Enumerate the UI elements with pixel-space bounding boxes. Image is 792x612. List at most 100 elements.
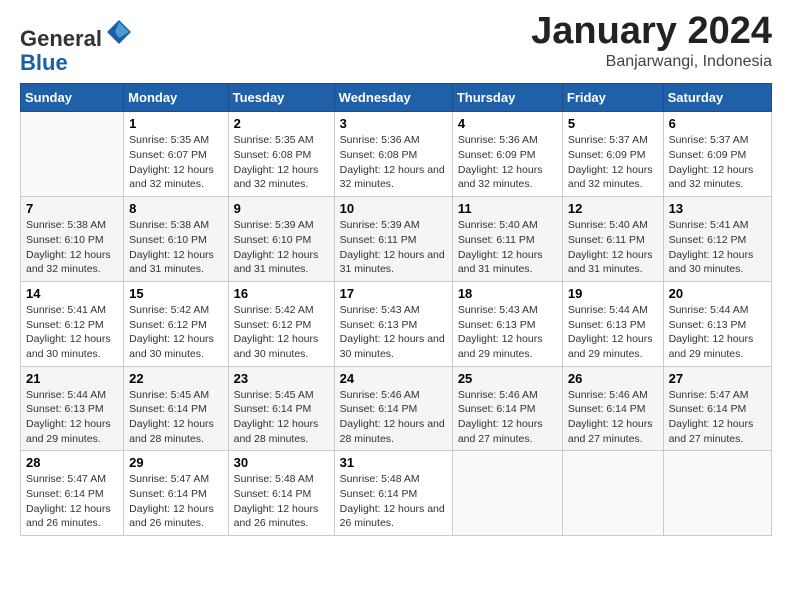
day-number: 26 [568, 371, 658, 386]
day-cell [562, 451, 663, 536]
header-day-saturday: Saturday [663, 84, 771, 112]
day-cell: 24 Sunrise: 5:46 AMSunset: 6:14 PMDayligh… [334, 366, 452, 451]
header-day-monday: Monday [124, 84, 228, 112]
month-title: January 2024 [531, 10, 772, 53]
day-cell: 3 Sunrise: 5:36 AMSunset: 6:08 PMDaylight… [334, 112, 452, 197]
day-cell: 5 Sunrise: 5:37 AMSunset: 6:09 PMDaylight… [562, 112, 663, 197]
day-number: 10 [340, 201, 447, 216]
day-cell: 10Sunrise: 5:39 AMSunset: 6:11 PMDayligh… [334, 197, 452, 282]
day-info: Sunrise: 5:45 AMSunset: 6:14 PMDaylight:… [234, 388, 329, 447]
day-number: 30 [234, 455, 329, 470]
day-cell [21, 112, 124, 197]
day-info: Sunrise: 5:40 AMSunset: 6:11 PMDaylight:… [458, 218, 557, 277]
day-number: 18 [458, 286, 557, 301]
day-info: Sunrise: 5:35 AMSunset: 6:08 PMDaylight:… [234, 133, 329, 192]
day-cell: 14 Sunrise: 5:41 AMSunset: 6:12 PMDayligh… [21, 281, 124, 366]
day-number: 24 [340, 371, 447, 386]
day-cell: 17 Sunrise: 5:43 AMSunset: 6:13 PMDayligh… [334, 281, 452, 366]
day-number: 19 [568, 286, 658, 301]
day-cell: 11Sunrise: 5:40 AMSunset: 6:11 PMDayligh… [452, 197, 562, 282]
day-info: Sunrise: 5:36 AMSunset: 6:08 PMDaylight:… [340, 133, 447, 192]
calendar-table: SundayMondayTuesdayWednesdayThursdayFrid… [20, 83, 772, 536]
day-info: Sunrise: 5:46 AMSunset: 6:14 PMDaylight:… [340, 388, 447, 447]
day-number: 20 [669, 286, 766, 301]
header-day-wednesday: Wednesday [334, 84, 452, 112]
day-number: 4 [458, 116, 557, 131]
day-info: Sunrise: 5:37 AMSunset: 6:09 PMDaylight:… [568, 133, 658, 192]
day-number: 27 [669, 371, 766, 386]
header-day-thursday: Thursday [452, 84, 562, 112]
day-info: Sunrise: 5:47 AMSunset: 6:14 PMDaylight:… [26, 472, 118, 531]
day-cell: 28 Sunrise: 5:47 AMSunset: 6:14 PMDayligh… [21, 451, 124, 536]
day-cell: 16Sunrise: 5:42 AMSunset: 6:12 PMDayligh… [228, 281, 334, 366]
day-info: Sunrise: 5:41 AMSunset: 6:12 PMDaylight:… [669, 218, 766, 277]
day-info: Sunrise: 5:39 AMSunset: 6:10 PMDaylight:… [234, 218, 329, 277]
day-cell: 1 Sunrise: 5:35 AMSunset: 6:07 PMDaylight… [124, 112, 228, 197]
day-cell: 6Sunrise: 5:37 AMSunset: 6:09 PMDaylight… [663, 112, 771, 197]
day-info: Sunrise: 5:38 AMSunset: 6:10 PMDaylight:… [26, 218, 118, 277]
day-cell: 9 Sunrise: 5:39 AMSunset: 6:10 PMDaylight… [228, 197, 334, 282]
logo-blue-text: Blue [20, 50, 68, 75]
day-cell: 15 Sunrise: 5:42 AMSunset: 6:12 PMDayligh… [124, 281, 228, 366]
day-cell: 31 Sunrise: 5:48 AMSunset: 6:14 PMDayligh… [334, 451, 452, 536]
day-cell: 26 Sunrise: 5:46 AMSunset: 6:14 PMDayligh… [562, 366, 663, 451]
day-number: 5 [568, 116, 658, 131]
header-day-tuesday: Tuesday [228, 84, 334, 112]
day-cell [452, 451, 562, 536]
day-number: 25 [458, 371, 557, 386]
day-info: Sunrise: 5:35 AMSunset: 6:07 PMDaylight:… [129, 133, 222, 192]
day-cell: 21 Sunrise: 5:44 AMSunset: 6:13 PMDayligh… [21, 366, 124, 451]
day-number: 28 [26, 455, 118, 470]
day-cell: 7Sunrise: 5:38 AMSunset: 6:10 PMDaylight… [21, 197, 124, 282]
header-day-friday: Friday [562, 84, 663, 112]
day-info: Sunrise: 5:40 AMSunset: 6:11 PMDaylight:… [568, 218, 658, 277]
day-info: Sunrise: 5:46 AMSunset: 6:14 PMDaylight:… [458, 388, 557, 447]
week-row-2: 7Sunrise: 5:38 AMSunset: 6:10 PMDaylight… [21, 197, 772, 282]
week-row-5: 28 Sunrise: 5:47 AMSunset: 6:14 PMDayligh… [21, 451, 772, 536]
day-info: Sunrise: 5:43 AMSunset: 6:13 PMDaylight:… [340, 303, 447, 362]
title-block: January 2024 Banjarwangi, Indonesia [531, 10, 772, 71]
day-info: Sunrise: 5:42 AMSunset: 6:12 PMDaylight:… [129, 303, 222, 362]
day-cell: 30 Sunrise: 5:48 AMSunset: 6:14 PMDayligh… [228, 451, 334, 536]
day-number: 9 [234, 201, 329, 216]
day-info: Sunrise: 5:47 AMSunset: 6:14 PMDaylight:… [129, 472, 222, 531]
day-cell: 29Sunrise: 5:47 AMSunset: 6:14 PMDayligh… [124, 451, 228, 536]
day-number: 8 [129, 201, 222, 216]
day-info: Sunrise: 5:45 AMSunset: 6:14 PMDaylight:… [129, 388, 222, 447]
day-info: Sunrise: 5:46 AMSunset: 6:14 PMDaylight:… [568, 388, 658, 447]
day-number: 15 [129, 286, 222, 301]
header-day-sunday: Sunday [21, 84, 124, 112]
day-info: Sunrise: 5:43 AMSunset: 6:13 PMDaylight:… [458, 303, 557, 362]
day-number: 12 [568, 201, 658, 216]
week-row-1: 1 Sunrise: 5:35 AMSunset: 6:07 PMDaylight… [21, 112, 772, 197]
day-number: 3 [340, 116, 447, 131]
day-cell: 13Sunrise: 5:41 AMSunset: 6:12 PMDayligh… [663, 197, 771, 282]
header-row: SundayMondayTuesdayWednesdayThursdayFrid… [21, 84, 772, 112]
day-number: 2 [234, 116, 329, 131]
day-cell: 23Sunrise: 5:45 AMSunset: 6:14 PMDayligh… [228, 366, 334, 451]
day-number: 6 [669, 116, 766, 131]
day-number: 17 [340, 286, 447, 301]
logo: General Blue [20, 18, 133, 75]
day-info: Sunrise: 5:36 AMSunset: 6:09 PMDaylight:… [458, 133, 557, 192]
day-cell: 8Sunrise: 5:38 AMSunset: 6:10 PMDaylight… [124, 197, 228, 282]
day-number: 14 [26, 286, 118, 301]
day-cell: 19 Sunrise: 5:44 AMSunset: 6:13 PMDayligh… [562, 281, 663, 366]
day-cell: 27 Sunrise: 5:47 AMSunset: 6:14 PMDayligh… [663, 366, 771, 451]
day-info: Sunrise: 5:41 AMSunset: 6:12 PMDaylight:… [26, 303, 118, 362]
day-info: Sunrise: 5:44 AMSunset: 6:13 PMDaylight:… [26, 388, 118, 447]
day-number: 16 [234, 286, 329, 301]
day-number: 31 [340, 455, 447, 470]
day-info: Sunrise: 5:47 AMSunset: 6:14 PMDaylight:… [669, 388, 766, 447]
day-info: Sunrise: 5:48 AMSunset: 6:14 PMDaylight:… [234, 472, 329, 531]
day-number: 21 [26, 371, 118, 386]
logo-general-text: General [20, 26, 102, 51]
day-cell: 20Sunrise: 5:44 AMSunset: 6:13 PMDayligh… [663, 281, 771, 366]
day-cell: 12 Sunrise: 5:40 AMSunset: 6:11 PMDayligh… [562, 197, 663, 282]
day-number: 22 [129, 371, 222, 386]
day-info: Sunrise: 5:48 AMSunset: 6:14 PMDaylight:… [340, 472, 447, 531]
day-info: Sunrise: 5:44 AMSunset: 6:13 PMDaylight:… [568, 303, 658, 362]
week-row-3: 14 Sunrise: 5:41 AMSunset: 6:12 PMDayligh… [21, 281, 772, 366]
day-cell: 18 Sunrise: 5:43 AMSunset: 6:13 PMDayligh… [452, 281, 562, 366]
day-number: 1 [129, 116, 222, 131]
